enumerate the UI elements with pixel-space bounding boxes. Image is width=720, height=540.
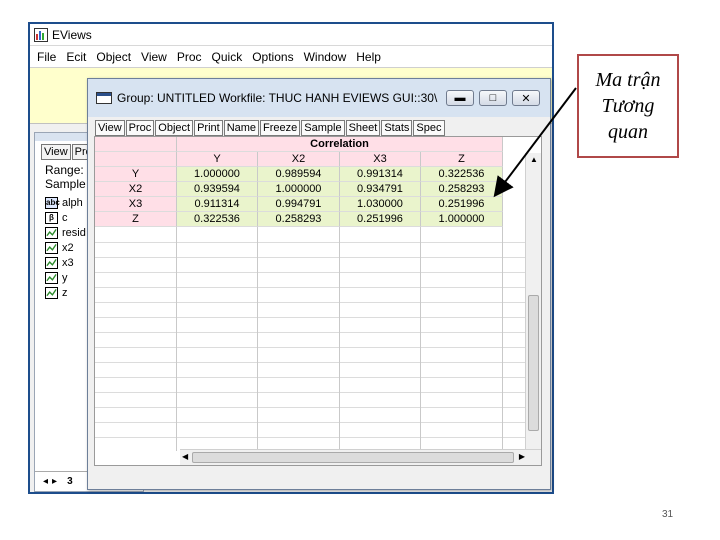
series-icon [45,271,58,284]
spec-button[interactable]: Spec [413,120,445,136]
page-number: 31 [662,509,674,520]
corner-cell [95,137,177,152]
menu-file[interactable]: File [34,50,63,64]
table-cell[interactable]: 1.000000 [177,167,258,182]
name-button[interactable]: Name [223,120,260,136]
tab-scroll-right-icon[interactable]: ▸ [52,476,57,487]
row-header-x2[interactable]: X2 [95,182,177,197]
object-name: y [62,271,68,284]
table-cell[interactable]: 0.989594 [258,167,340,182]
correlation-spreadsheet[interactable]: Correlation Y X2 X3 Z Y 1.000000 0.98959… [94,136,542,466]
menu-proc[interactable]: Proc [174,50,209,64]
object-name: resid [62,226,86,239]
scroll-thumb[interactable] [528,295,539,431]
menu-edit[interactable]: Ecit [63,50,93,64]
sample-button[interactable]: Sample [301,120,345,136]
workfile-page-tab[interactable]: 3 [67,476,73,487]
table-cell[interactable]: 1.000000 [421,212,503,227]
row-header-x3[interactable]: X3 [95,197,177,212]
menu-options[interactable]: Options [249,50,300,64]
object-name: c [62,211,68,224]
app-titlebar: EViews [30,24,552,46]
stats-button[interactable]: Stats [381,120,413,136]
scroll-right-icon[interactable]: ▶ [519,452,525,461]
workfile-view-button[interactable]: View [41,144,71,160]
eviews-app-icon [34,27,48,42]
table-cell[interactable]: 0.258293 [421,182,503,197]
horizontal-scrollbar[interactable]: ◀ ▶ [180,449,541,465]
empty-grid [95,227,527,451]
print-button[interactable]: Print [194,120,223,136]
table-cell[interactable]: 0.322536 [177,212,258,227]
scroll-left-icon[interactable]: ◀ [182,452,188,461]
object-button[interactable]: Object [155,120,194,136]
series-icon [45,226,58,239]
app-title: EViews [52,27,92,42]
group-window: Group: UNTITLED Workfile: THUC HANH EVIE… [87,78,551,490]
alpha-icon: abc [45,196,60,209]
sheet-button[interactable]: Sheet [345,120,381,136]
object-name: alph [62,196,83,209]
hscroll-thumb[interactable] [192,452,514,463]
window-icon [96,92,112,104]
proc-button[interactable]: Proc [125,120,155,136]
menu-bar: File Ecit Object View Proc Quick Options… [30,46,552,68]
menu-view[interactable]: View [138,50,174,64]
menu-window[interactable]: Window [301,50,354,64]
row-header-z[interactable]: Z [95,212,177,227]
menu-quick[interactable]: Quick [209,50,250,64]
scroll-up-icon[interactable]: ▲ [530,155,538,164]
callout-line-3: quan [608,121,648,143]
series-icon [45,256,58,269]
callout-line-1: Ma trận [595,69,661,91]
column-header-y[interactable]: Y [177,152,258,167]
vertical-scrollbar[interactable]: ▲ ▼ [525,153,541,465]
maximize-icon[interactable]: □ [479,90,507,106]
close-icon[interactable]: ✕ [512,90,540,106]
table-cell[interactable]: 0.251996 [421,197,503,212]
row-header-y[interactable]: Y [95,167,177,182]
series-icon [45,241,58,254]
column-header-x3[interactable]: X3 [340,152,421,167]
coefficient-icon: β [45,211,58,224]
menu-help[interactable]: Help [353,50,388,64]
freeze-button[interactable]: Freeze [260,120,301,136]
table-cell[interactable]: 0.994791 [258,197,340,212]
table-cell[interactable]: 0.322536 [421,167,503,182]
object-name: x3 [62,256,74,269]
group-title: Group: UNTITLED Workfile: THUC HANH EVIE… [117,91,438,105]
object-name: z [62,286,68,299]
column-header-z[interactable]: Z [421,152,503,167]
column-header-x2[interactable]: X2 [258,152,340,167]
group-titlebar: Group: UNTITLED Workfile: THUC HANH EVIE… [88,79,550,117]
table-cell[interactable]: 1.030000 [340,197,421,212]
table-cell[interactable]: 0.911314 [177,197,258,212]
callout-line-2: Tương [601,95,655,117]
view-button[interactable]: View [95,120,125,136]
minimize-icon[interactable]: ▬ [446,90,474,106]
table-cell[interactable]: 0.251996 [340,212,421,227]
object-name: x2 [62,241,74,254]
series-icon [45,286,58,299]
row-header-corner [95,152,177,167]
table-cell[interactable]: 0.934791 [340,182,421,197]
table-cell[interactable]: 0.991314 [340,167,421,182]
table-cell[interactable]: 0.939594 [177,182,258,197]
table-caption: Correlation [177,137,503,152]
table-cell[interactable]: 0.258293 [258,212,340,227]
menu-object[interactable]: Object [93,50,138,64]
table-cell[interactable]: 1.000000 [258,182,340,197]
tab-scroll-left-icon[interactable]: ◂ [43,476,48,487]
annotation-callout: Ma trận Tương quan [577,54,679,158]
